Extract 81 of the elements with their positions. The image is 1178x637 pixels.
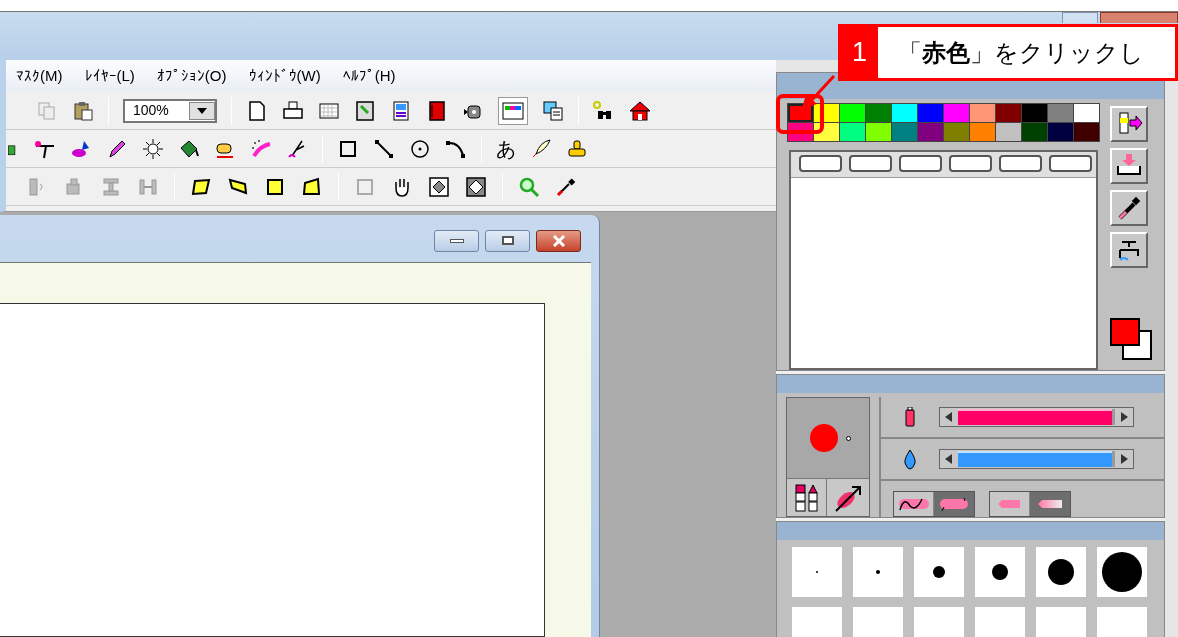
color-swatch[interactable] (1022, 123, 1047, 141)
palette-side-button[interactable] (1110, 232, 1148, 268)
color-swatch[interactable] (866, 104, 891, 122)
perspective-selection-icon[interactable] (301, 175, 323, 198)
slider[interactable] (939, 407, 1134, 427)
instruction-text: 「赤色」をクリックし (897, 37, 1144, 68)
color-swatch[interactable] (1048, 104, 1073, 122)
text-tool[interactable]: あ (496, 138, 516, 159)
palette-window-toggle[interactable] (498, 96, 528, 125)
color-set-tab[interactable] (899, 155, 942, 172)
brush-size-option[interactable] (1097, 547, 1147, 597)
highlight-frame (776, 94, 824, 134)
color-set-tab[interactable] (1049, 155, 1092, 172)
palette-side-button[interactable] (1110, 106, 1148, 142)
mode-button[interactable] (894, 492, 934, 516)
dotted-spray-icon[interactable] (250, 137, 272, 160)
diamond-frame-icon[interactable] (465, 175, 487, 198)
menu-item[interactable]: ﾚｲﾔｰ(L) (84, 64, 135, 88)
diamond-frame-icon[interactable] (428, 175, 450, 198)
framed-picture-icon[interactable] (354, 99, 376, 122)
color-swatch[interactable] (918, 104, 943, 122)
brush-size-option[interactable] (1036, 547, 1086, 597)
color-set-tab[interactable] (949, 155, 992, 172)
two-brushes-icon (793, 482, 820, 513)
color-swatch[interactable] (970, 123, 995, 141)
color-swatch[interactable] (892, 104, 917, 122)
zoom-icon[interactable] (518, 175, 540, 198)
page-icon[interactable] (246, 99, 268, 122)
color-swatch[interactable] (944, 123, 969, 141)
color-indicator[interactable] (1110, 318, 1152, 360)
brush-size-option[interactable] (975, 547, 1025, 597)
color-swatch[interactable] (1048, 123, 1073, 141)
slider[interactable] (939, 449, 1134, 469)
notebook-icon[interactable] (426, 99, 448, 122)
palette-window-icon (502, 99, 524, 122)
color-swatch[interactable] (840, 123, 865, 141)
brush-set-button[interactable] (787, 479, 827, 516)
brush-angle-button[interactable] (827, 479, 869, 516)
maximize-button[interactable] (485, 229, 530, 252)
feather-icon[interactable] (530, 137, 552, 160)
stamp-icon[interactable] (566, 137, 588, 160)
minimize-button[interactable] (434, 229, 479, 252)
blob-stroke-icon (938, 496, 970, 512)
step-number: 1 (841, 27, 878, 78)
small-ring (845, 435, 851, 441)
palette-side-button[interactable] (1110, 190, 1148, 226)
sparkle-icon[interactable] (142, 137, 164, 160)
color-swatch[interactable] (840, 104, 865, 122)
color-set-tab[interactable] (999, 155, 1042, 172)
palette-side-button[interactable] (1110, 148, 1148, 184)
printer-icon[interactable] (282, 99, 304, 122)
picture-document-icon[interactable] (542, 99, 564, 122)
color-set-tab[interactable] (849, 155, 892, 172)
circle-icon[interactable] (409, 137, 431, 160)
paint-tube-icon (903, 406, 917, 428)
close-icon (551, 234, 566, 247)
close-button[interactable] (536, 229, 581, 252)
color-swatch[interactable] (1074, 123, 1099, 141)
color-swatch[interactable] (970, 104, 995, 122)
color-swatch[interactable] (918, 123, 943, 141)
menu-item[interactable]: ｵﾌﾟｼｮﾝ(O) (156, 64, 227, 88)
color-swatch[interactable] (1022, 104, 1047, 122)
color-set-tab[interactable] (799, 155, 842, 172)
color-swatch[interactable] (866, 123, 891, 141)
wavy-stroke-icon (897, 496, 930, 512)
menu-item[interactable]: ｳｨﾝﾄﾞｳ(W) (248, 64, 321, 88)
color-swatch[interactable] (996, 104, 1021, 122)
document-image-icon[interactable] (390, 99, 412, 122)
water-drop-icon (903, 448, 917, 470)
zoom-dropdown[interactable]: 100% (123, 98, 217, 123)
menu-item[interactable]: ﾏｽｸ(M) (16, 64, 63, 88)
color-swatch[interactable] (892, 123, 917, 141)
color-swatch[interactable] (996, 123, 1021, 141)
house-icon[interactable] (629, 99, 651, 122)
color-swatch[interactable] (944, 104, 969, 122)
color-swatch[interactable] (1074, 104, 1099, 122)
menu-item[interactable]: ﾍﾙﾌﾟ(H) (342, 64, 396, 88)
line-icon[interactable] (373, 137, 395, 160)
brush-size-option[interactable] (914, 547, 964, 597)
paste-icon[interactable] (72, 99, 94, 122)
caret-icon (197, 107, 207, 114)
